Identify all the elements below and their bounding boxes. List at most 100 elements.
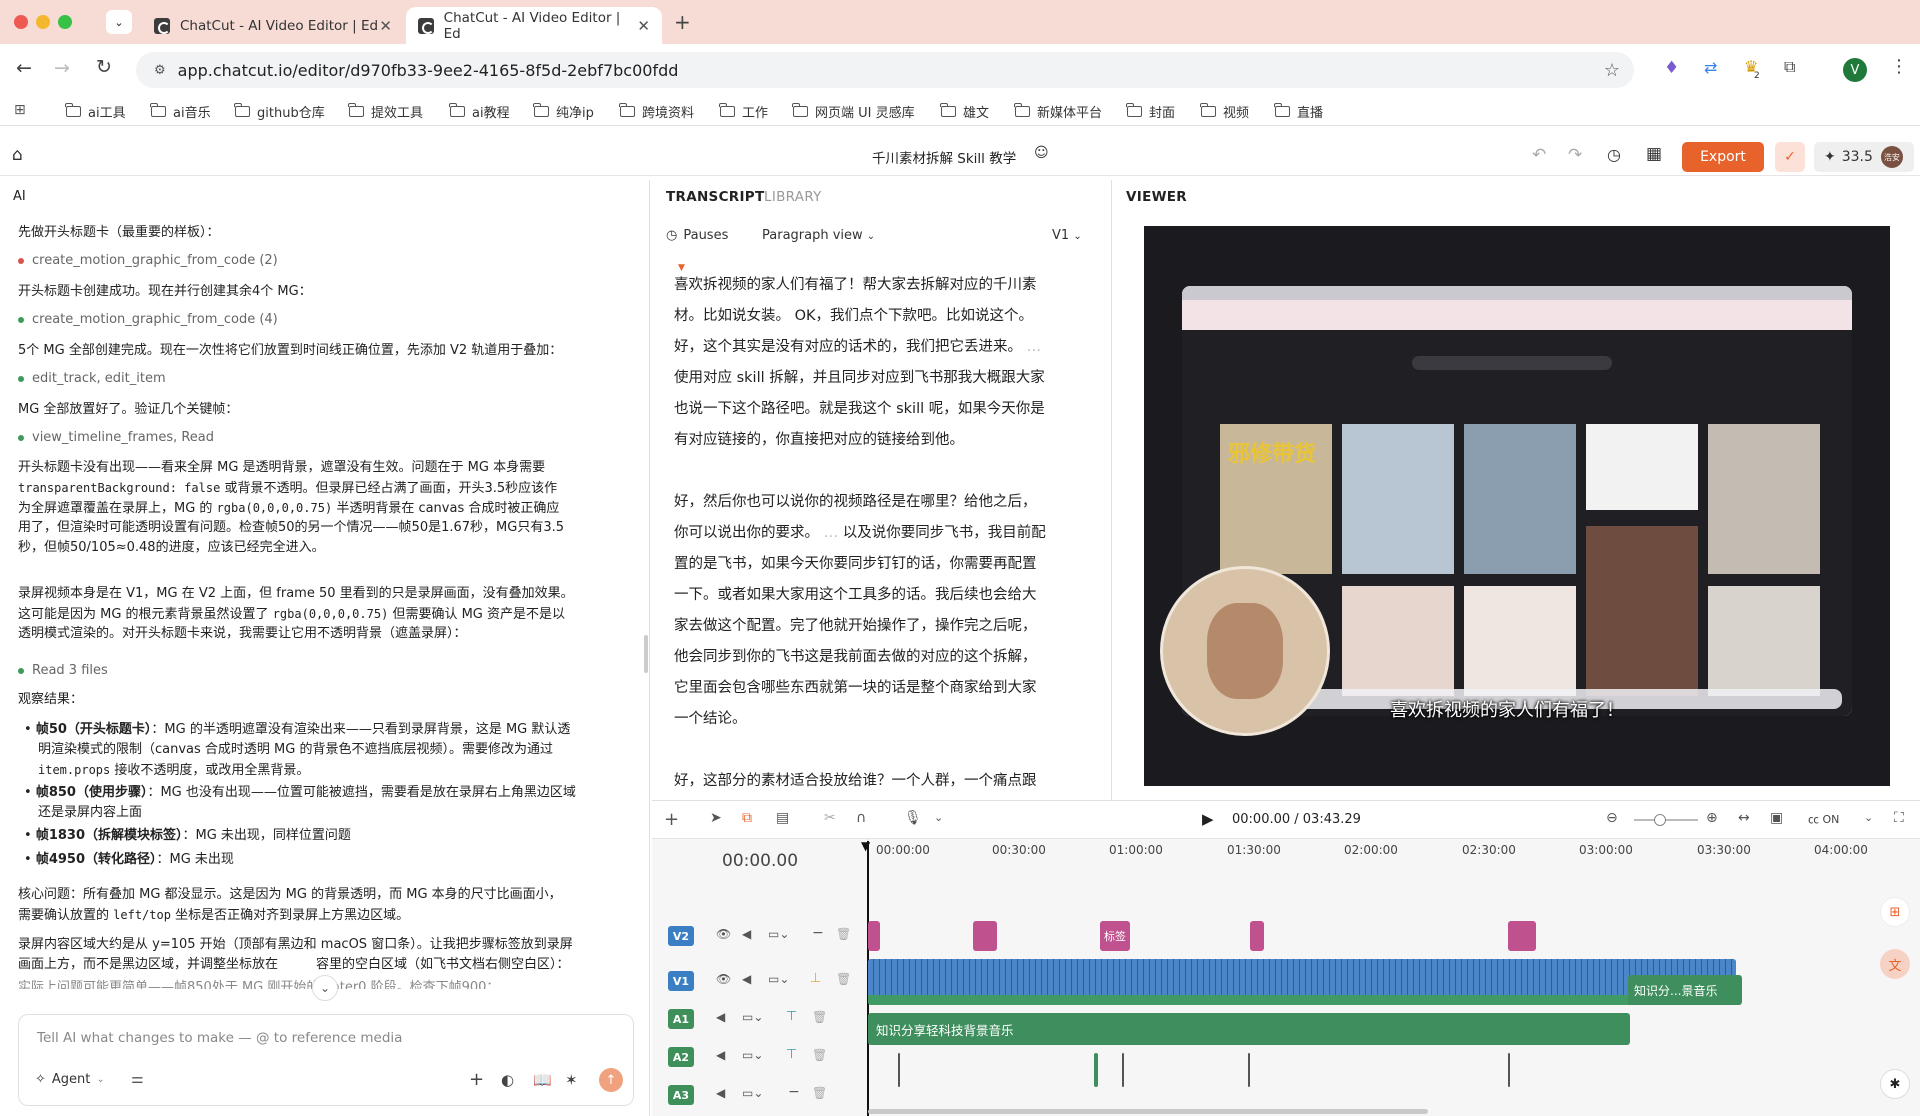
track-collapse-icon[interactable]: − <box>812 925 824 941</box>
audio-marker[interactable] <box>1248 1053 1250 1087</box>
tool-call-item[interactable]: edit_track, edit_item <box>18 371 166 386</box>
version-select[interactable]: V1 ⌄ <box>1052 228 1082 243</box>
track-delete-icon[interactable]: 🗑 <box>812 1048 827 1062</box>
bug-report-icon[interactable]: ✱ <box>1880 1069 1910 1099</box>
track-visibility-icon[interactable]: 👁 <box>716 927 731 941</box>
add-track-icon[interactable]: + <box>664 809 679 830</box>
forward-icon[interactable]: → <box>54 57 70 79</box>
transcript-line[interactable]: 你可以说出你的要求。 … 以及说你要同步飞书，我目前配 <box>674 518 1046 549</box>
site-info-icon[interactable]: ⚙ <box>154 63 166 78</box>
track-visibility-icon[interactable]: 👁 <box>716 972 731 986</box>
layout-icon[interactable]: ▦ <box>1646 144 1662 164</box>
ai-panel-scrollbar[interactable] <box>644 635 648 673</box>
transcript-line[interactable]: 好，然后你也可以说你的视频路径是在哪里？给他之后， <box>674 487 1037 518</box>
transcript-line[interactable]: 它里面会包含哪些东西就第一块的话是整个商家给到大家 <box>674 673 1037 704</box>
magnet-icon[interactable]: ∩ <box>856 810 866 826</box>
undo-icon[interactable]: ↶ <box>1532 145 1546 165</box>
microphone-icon[interactable]: 🎙 <box>904 810 922 826</box>
track-delete-icon[interactable]: 🗑 <box>812 1086 827 1100</box>
captions-toggle[interactable]: ㏄ ON <box>1808 811 1839 827</box>
home-icon[interactable]: ⌂ <box>12 145 23 165</box>
floating-translate-icon[interactable]: 文 <box>1880 949 1910 979</box>
pointer-tool-icon[interactable]: ➤ <box>710 810 722 826</box>
view-mode-select[interactable]: Paragraph view ⌄ <box>762 228 875 243</box>
motion-graphic-clip[interactable] <box>973 921 997 951</box>
tool-call-item[interactable]: create_motion_graphic_from_code (2) <box>18 253 278 268</box>
magic-wand-icon[interactable]: ✶ <box>565 1071 578 1089</box>
chevron-down-icon[interactable]: ⌄ <box>1864 811 1873 824</box>
apps-grid-icon[interactable]: ⊞ <box>14 102 26 118</box>
check-status-icon[interactable]: ✓ <box>1775 142 1805 172</box>
track-link-icon[interactable]: ⊤ <box>786 1047 797 1062</box>
motion-graphic-clip[interactable] <box>868 921 880 951</box>
zoom-slider-thumb[interactable] <box>1654 814 1666 826</box>
bookmark-folder[interactable]: 提效工具 <box>348 102 423 121</box>
track-options-icon[interactable]: ▭⌄ <box>768 972 789 986</box>
send-button[interactable]: ↑ <box>599 1068 623 1092</box>
fit-width-icon[interactable]: ↔ <box>1738 810 1750 826</box>
profile-avatar[interactable]: V <box>1843 58 1867 82</box>
transcript-line[interactable]: 材。比如说女装。 OK，我们点个下款吧。比如说这个。 <box>674 301 1033 332</box>
audio-marker[interactable] <box>1094 1053 1098 1087</box>
bookmark-folder[interactable]: 工作 <box>719 102 768 121</box>
zoom-slider[interactable] <box>1634 814 1698 826</box>
audio-clip[interactable]: 知识分...景音乐 <box>1628 975 1742 1005</box>
transcript-line[interactable]: 一个结论。 <box>674 704 747 735</box>
track-link-icon[interactable]: ⊤ <box>786 1009 797 1024</box>
track-options-icon[interactable]: ▭⌄ <box>742 1010 763 1024</box>
track-options-icon[interactable]: ▭⌄ <box>768 927 789 941</box>
scissors-icon[interactable]: ✂ <box>824 810 836 826</box>
motion-graphic-clip[interactable] <box>1508 921 1536 951</box>
playhead-handle-icon[interactable]: ▼ <box>861 839 870 853</box>
agent-mode-select[interactable]: ✧ Agent ⌄ <box>35 1072 105 1087</box>
scroll-down-chevron-icon[interactable]: ⌄ <box>312 975 338 1001</box>
tool-call-item[interactable]: view_timeline_frames, Read <box>18 430 214 445</box>
track-delete-icon[interactable]: 🗑 <box>812 1010 827 1024</box>
bookmark-folder[interactable]: 纯净ip <box>533 102 594 121</box>
bookmark-star-icon[interactable]: ☆ <box>1604 60 1620 81</box>
motion-graphic-clip[interactable] <box>1250 921 1264 951</box>
screen-recording-clip[interactable] <box>868 959 1736 1005</box>
palette-icon[interactable]: ◐ <box>501 1071 514 1089</box>
bookmark-folder[interactable]: ai音乐 <box>150 102 211 121</box>
timeline-scrollbar[interactable] <box>868 1109 1428 1114</box>
audio-marker[interactable] <box>898 1053 900 1087</box>
chevron-down-icon[interactable]: ⌄ <box>934 811 943 824</box>
track-options-icon[interactable]: ▭⌄ <box>742 1048 763 1062</box>
transcript-line[interactable]: 好，这部分的素材适合投放给谁？一个人群，一个痛点跟 <box>674 766 1037 797</box>
zoom-in-icon[interactable]: ⊕ <box>1706 810 1718 826</box>
credits-badge[interactable]: ✦ 33.5 浩安 <box>1814 142 1914 172</box>
track-mute-icon[interactable]: ◀ <box>716 1048 725 1062</box>
extension-link-icon[interactable]: ⇄ <box>1704 58 1717 77</box>
transcript-line[interactable]: 一下。或者如果大家用这个工具多的话。我后续也会给大 <box>674 580 1037 611</box>
maximize-window-button[interactable] <box>58 15 72 29</box>
redo-icon[interactable]: ↷ <box>1568 145 1582 165</box>
bookmark-folder[interactable]: 雄文 <box>940 102 989 121</box>
bookmark-folder[interactable]: ai教程 <box>449 102 510 121</box>
book-icon[interactable]: 📖 <box>533 1071 552 1089</box>
tool-call-item[interactable]: create_motion_graphic_from_code (4) <box>18 312 278 327</box>
transcript-line[interactable]: 使用对应 skill 拆解，并且同步对应到飞书那我大概跟大家 <box>674 363 1045 394</box>
floating-grid-icon[interactable]: ⊞ <box>1880 897 1910 927</box>
bookmark-folder[interactable]: 新媒体平台 <box>1014 102 1102 121</box>
film-tool-icon[interactable]: ▤ <box>776 810 789 826</box>
track-mute-icon[interactable]: ◀ <box>742 927 751 941</box>
ai-prompt-input[interactable]: Tell AI what changes to make — @ to refe… <box>37 1030 402 1046</box>
track-mute-icon[interactable]: ◀ <box>716 1086 725 1100</box>
tool-call-item[interactable]: Read 3 files <box>18 663 108 678</box>
history-icon[interactable]: ◷ <box>1607 145 1621 164</box>
minimize-window-button[interactable] <box>36 15 50 29</box>
bookmark-folder[interactable]: github仓库 <box>234 102 325 121</box>
transcript-line[interactable]: 好，这个其实是没有对应的话术的，我们把它丢进来。 … <box>674 332 1041 363</box>
user-avatar[interactable]: 浩安 <box>1880 146 1903 168</box>
settings-sliders-icon[interactable]: ⚌ <box>131 1071 144 1087</box>
add-attachment-icon[interactable]: + <box>469 1069 484 1090</box>
transcript-line[interactable]: 喜欢拆视频的家人们有福了！帮大家去拆解对应的千川素 <box>674 270 1037 301</box>
pauses-toggle[interactable]: ◷ Pauses <box>666 228 728 243</box>
audio-marker[interactable] <box>1508 1053 1510 1087</box>
extensions-puzzle-icon[interactable]: ⧉ <box>1784 57 1795 77</box>
tab-chatcut-1[interactable]: ChatCut - AI Video Editor | Ed ✕ <box>142 7 404 44</box>
video-preview[interactable]: 邪修带货 喜欢拆视频的家人们有福了！ <box>1144 226 1890 786</box>
track-collapse-icon[interactable]: − <box>788 1084 800 1100</box>
share-users-icon[interactable]: ☺ <box>1034 145 1049 161</box>
